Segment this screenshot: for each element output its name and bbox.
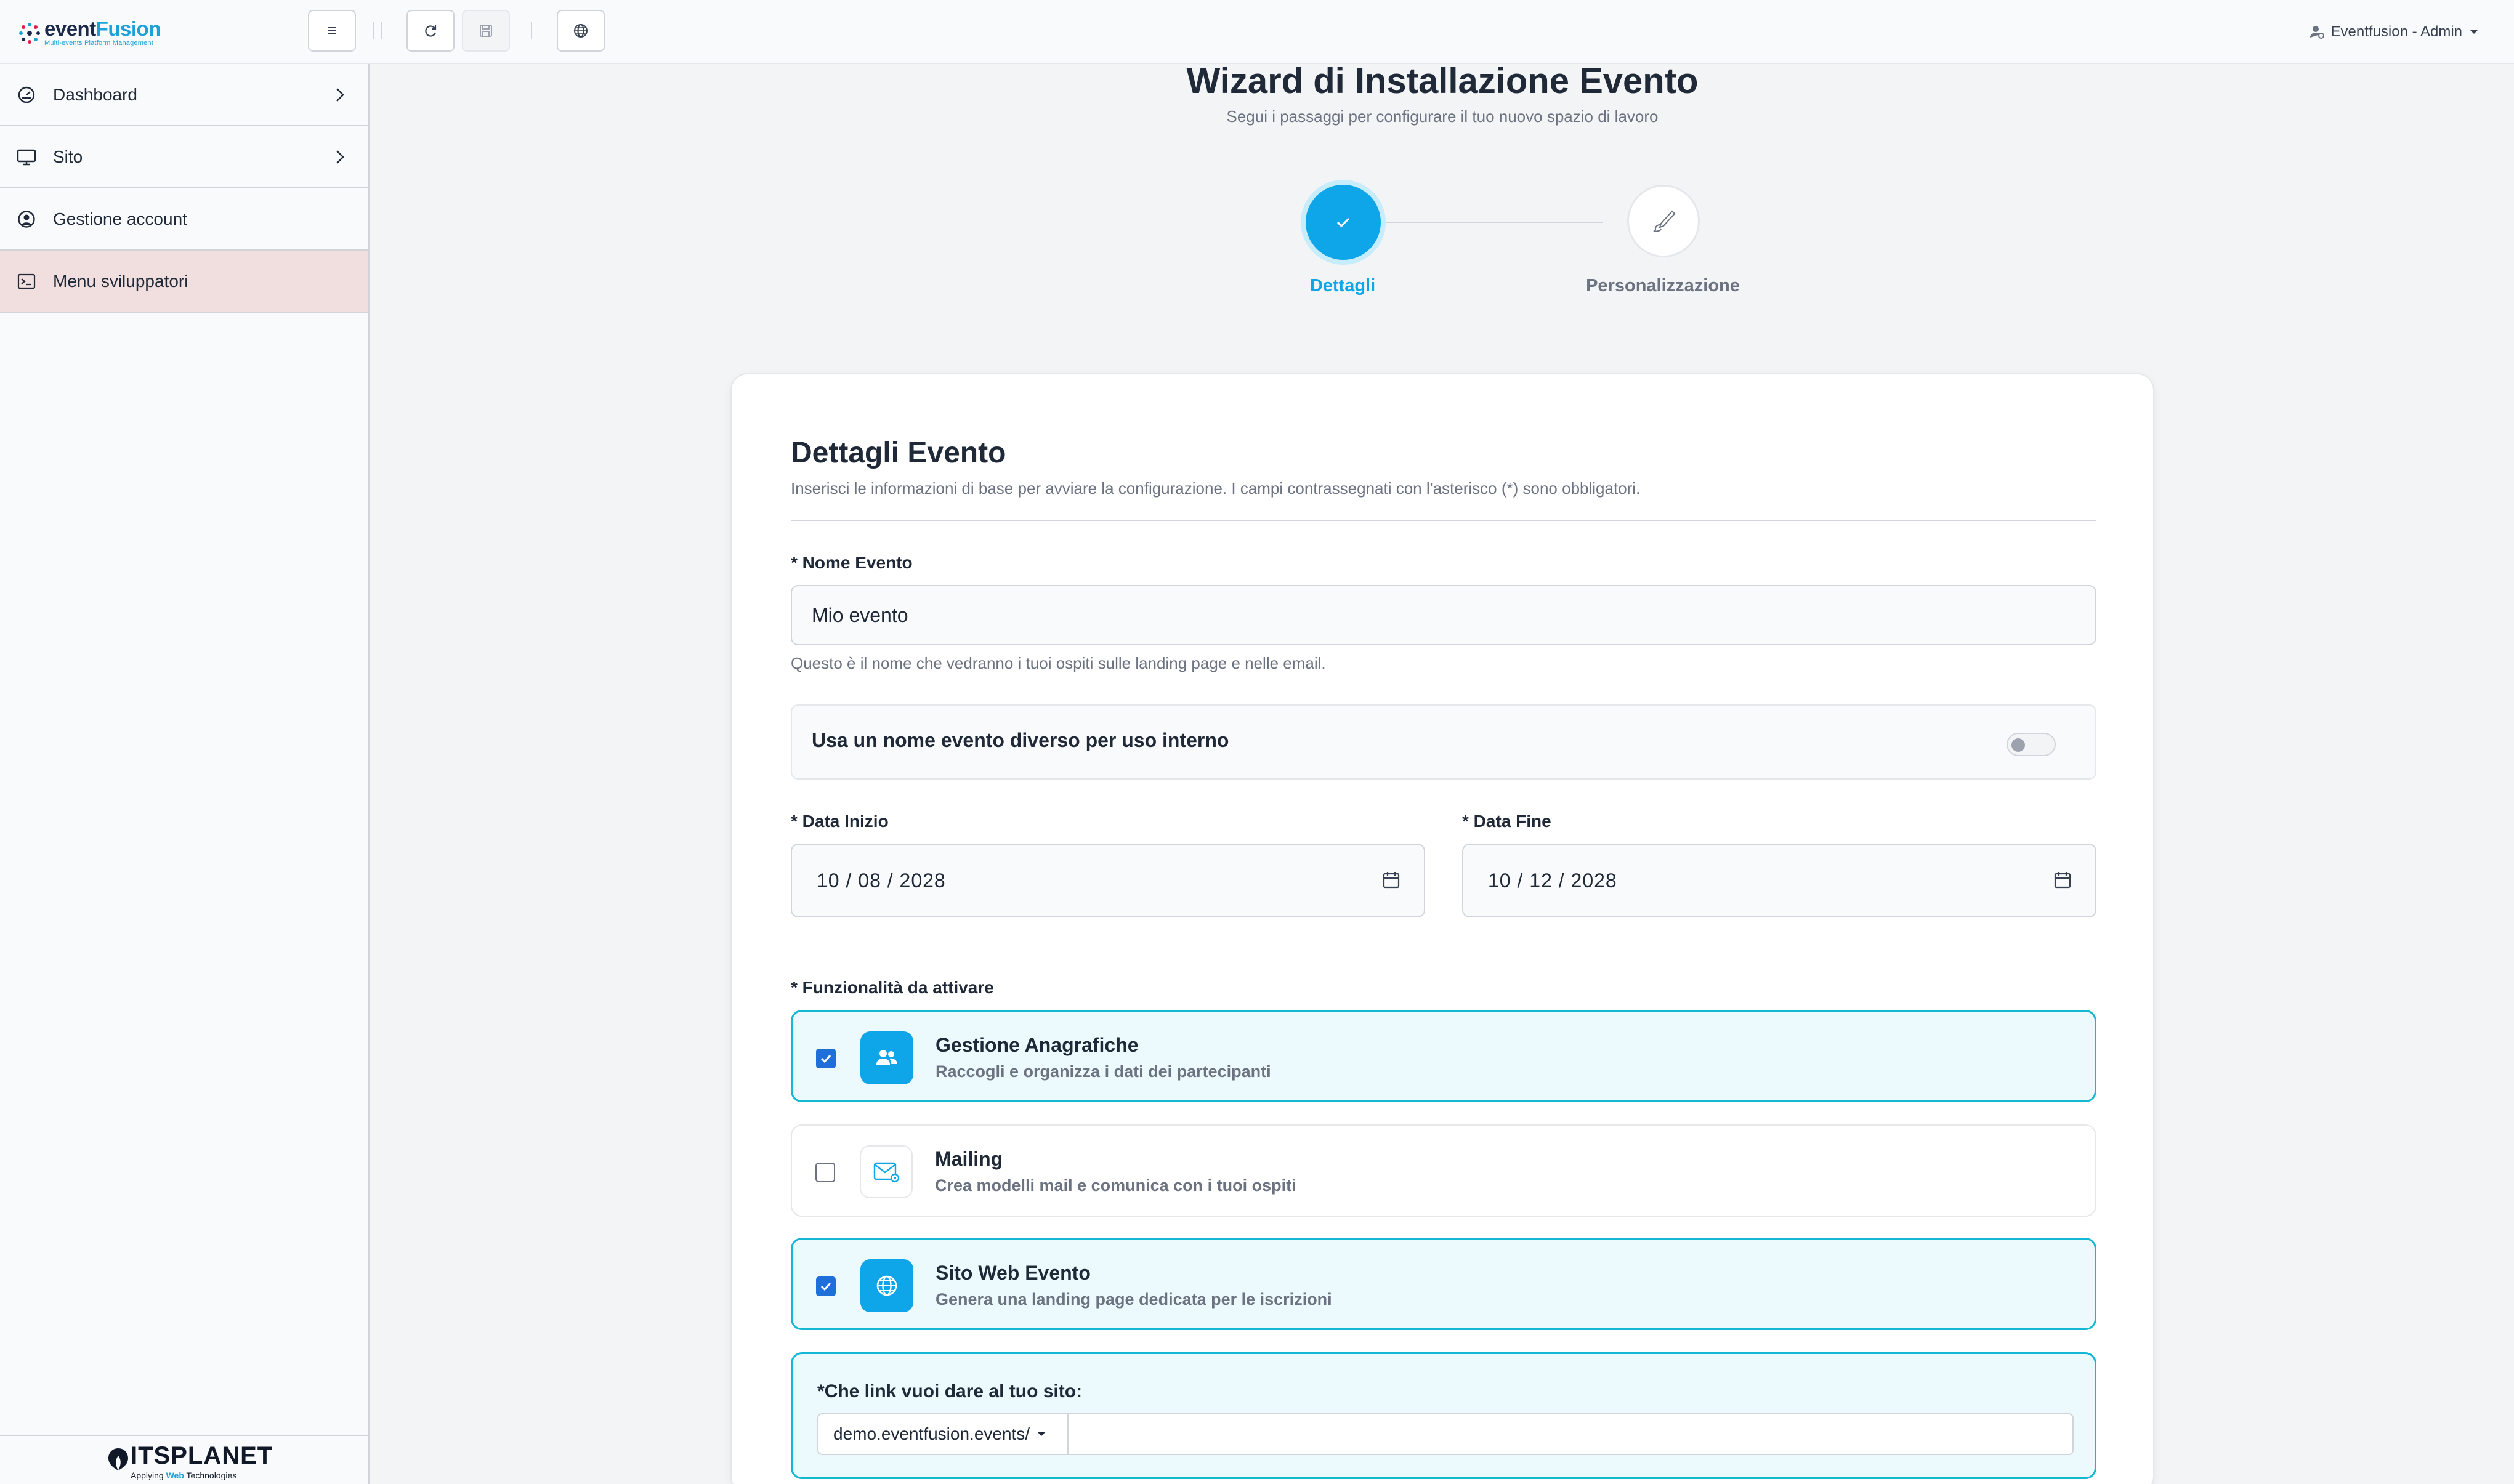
save-button[interactable] — [462, 10, 510, 52]
wizard-stepper: Dettagli Personalizzazione — [1233, 185, 1740, 308]
feature-title: Mailing — [935, 1148, 1003, 1170]
logo-subtitle: Multi-events Platform Management — [44, 39, 153, 47]
feature-checkbox[interactable] — [816, 1276, 836, 1296]
event-name-label: * Nome Evento — [791, 553, 913, 572]
calendar-icon[interactable] — [1382, 871, 1400, 889]
logo-title: eventFusion — [44, 17, 161, 40]
website-button[interactable] — [557, 10, 605, 52]
main-content: Wizard di Installazione Evento Segui i p… — [371, 61, 2514, 1484]
top-bar: eventFusion Multi-events Platform Manage… — [0, 0, 2514, 64]
internal-name-toggle-row: Usa un nome evento diverso per uso inter… — [791, 704, 2096, 780]
card-description: Inserisci le informazioni di base per av… — [791, 479, 1641, 498]
sidebar-item-dashboard[interactable]: Dashboard — [0, 64, 368, 126]
start-date-value: 10 / 08 / 2028 — [817, 869, 946, 892]
page-title: Wizard di Installazione Evento — [1186, 61, 1699, 101]
site-link-label: *Che link vuoi dare al tuo sito: — [817, 1381, 1083, 1401]
step-2-circle[interactable] — [1627, 185, 1700, 257]
user-menu[interactable]: Eventfusion - Admin — [2309, 21, 2480, 43]
event-name-value: Mio evento — [812, 603, 908, 626]
sidebar-item-gestione-account[interactable]: Gestione account — [0, 188, 368, 251]
event-name-input[interactable]: Mio evento — [791, 585, 2096, 645]
internal-name-toggle-switch[interactable] — [2007, 733, 2056, 756]
event-details-card: Dettagli Evento Inserisci le informazion… — [730, 373, 2154, 1484]
feature-title: Sito Web Evento — [936, 1262, 1091, 1284]
feature-subtitle: Raccogli e organizza i dati dei partecip… — [936, 1062, 1271, 1081]
check-icon — [1336, 217, 1350, 228]
sidebar-item-label: Sito — [53, 147, 83, 166]
domain-select-value: demo.eventfusion.events/ — [833, 1424, 1030, 1443]
caret-down-icon — [2470, 30, 2478, 34]
internal-name-toggle-label: Usa un nome evento diverso per uso inter… — [812, 729, 1229, 751]
step-1-circle[interactable] — [1306, 185, 1381, 260]
caret-down-icon — [1038, 1432, 1046, 1436]
app-logo[interactable]: eventFusion Multi-events Platform Manage… — [18, 17, 179, 48]
user-name: Eventfusion - Admin — [2330, 23, 2462, 40]
check-icon — [820, 1054, 831, 1063]
stepper-connector — [1368, 222, 1603, 223]
end-date-value: 10 / 12 / 2028 — [1488, 869, 1617, 892]
refresh-button[interactable] — [406, 10, 455, 52]
chevron-right-icon — [336, 88, 344, 102]
start-date-label: * Data Inizio — [791, 812, 889, 831]
itsplanet-mark-icon — [108, 1448, 128, 1470]
sidebar-item-label: Dashboard — [53, 84, 137, 104]
menu-icon — [328, 27, 336, 34]
feature-subtitle: Genera una landing page dedicata per le … — [936, 1290, 1332, 1309]
calendar-icon[interactable] — [2053, 871, 2072, 889]
refresh-icon — [425, 25, 437, 37]
users-icon — [860, 1031, 913, 1084]
brush-icon — [1653, 210, 1676, 232]
toolbar-separator — [531, 22, 532, 39]
feature-sito-web-evento[interactable]: Sito Web Evento Genera una landing page … — [791, 1238, 2096, 1330]
event-name-help: Questo è il nome che vedranno i tuoi osp… — [791, 654, 1326, 672]
divider — [791, 520, 2096, 521]
logo-dots-icon — [19, 23, 40, 44]
feature-checkbox[interactable] — [816, 1049, 836, 1068]
site-link-input-group: demo.eventfusion.events/ — [817, 1413, 2074, 1455]
step-1-label: Dettagli — [1309, 276, 1376, 296]
site-link-box: *Che link vuoi dare al tuo sito: demo.ev… — [791, 1352, 2096, 1479]
feature-subtitle: Crea modelli mail e comunica con i tuoi … — [935, 1176, 1296, 1195]
itsplanet-title: ITSPLANET — [131, 1442, 273, 1469]
toolbar-separator — [373, 22, 382, 39]
terminal-icon — [16, 271, 37, 292]
sidebar-item-menu-sviluppatori[interactable]: Menu sviluppatori — [0, 251, 368, 313]
user-circle-icon — [16, 209, 37, 230]
end-date-input[interactable]: 10 / 12 / 2028 — [1462, 844, 2096, 917]
sidebar-item-label: Menu sviluppatori — [53, 271, 188, 291]
card-title: Dettagli Evento — [791, 437, 1006, 469]
menu-toggle-button[interactable] — [308, 10, 356, 52]
end-date-label: * Data Fine — [1462, 812, 1551, 831]
globe-icon — [574, 24, 588, 38]
toggle-knob — [2011, 738, 2025, 752]
feature-gestione-anagrafiche[interactable]: Gestione Anagrafiche Raccogli e organizz… — [791, 1010, 2096, 1102]
sidebar-item-sito[interactable]: Sito — [0, 126, 368, 188]
feature-checkbox[interactable] — [815, 1163, 835, 1182]
site-slug-input[interactable] — [1069, 1414, 2072, 1454]
save-icon — [480, 25, 492, 37]
itsplanet-subtitle: Applying Web Technologies — [131, 1470, 237, 1480]
feature-title: Gestione Anagrafiche — [936, 1034, 1139, 1056]
chevron-right-icon — [336, 150, 344, 164]
feature-mailing[interactable]: Mailing Crea modelli mail e comunica con… — [791, 1124, 2096, 1217]
sidebar-footer: ITSPLANET Applying Web Technologies — [0, 1435, 368, 1484]
mail-icon — [860, 1145, 913, 1198]
features-label: * Funzionalità da attivare — [791, 978, 994, 997]
sidebar: Dashboard Sito Gestione account Menu svi… — [0, 64, 370, 1484]
check-icon — [820, 1282, 831, 1291]
globe-icon — [860, 1259, 913, 1312]
user-cog-icon — [2310, 26, 2324, 39]
domain-select[interactable]: demo.eventfusion.events/ — [818, 1414, 1069, 1454]
start-date-input[interactable]: 10 / 08 / 2028 — [791, 844, 1425, 917]
page-subtitle: Segui i passaggi per configurare il tuo … — [1226, 107, 1659, 126]
itsplanet-logo: ITSPLANET Applying Web Technologies — [106, 1442, 272, 1480]
monitor-icon — [16, 147, 37, 167]
gauge-icon — [16, 84, 37, 105]
step-2-label: Personalizzazione — [1586, 276, 1740, 296]
sidebar-item-label: Gestione account — [53, 209, 187, 228]
